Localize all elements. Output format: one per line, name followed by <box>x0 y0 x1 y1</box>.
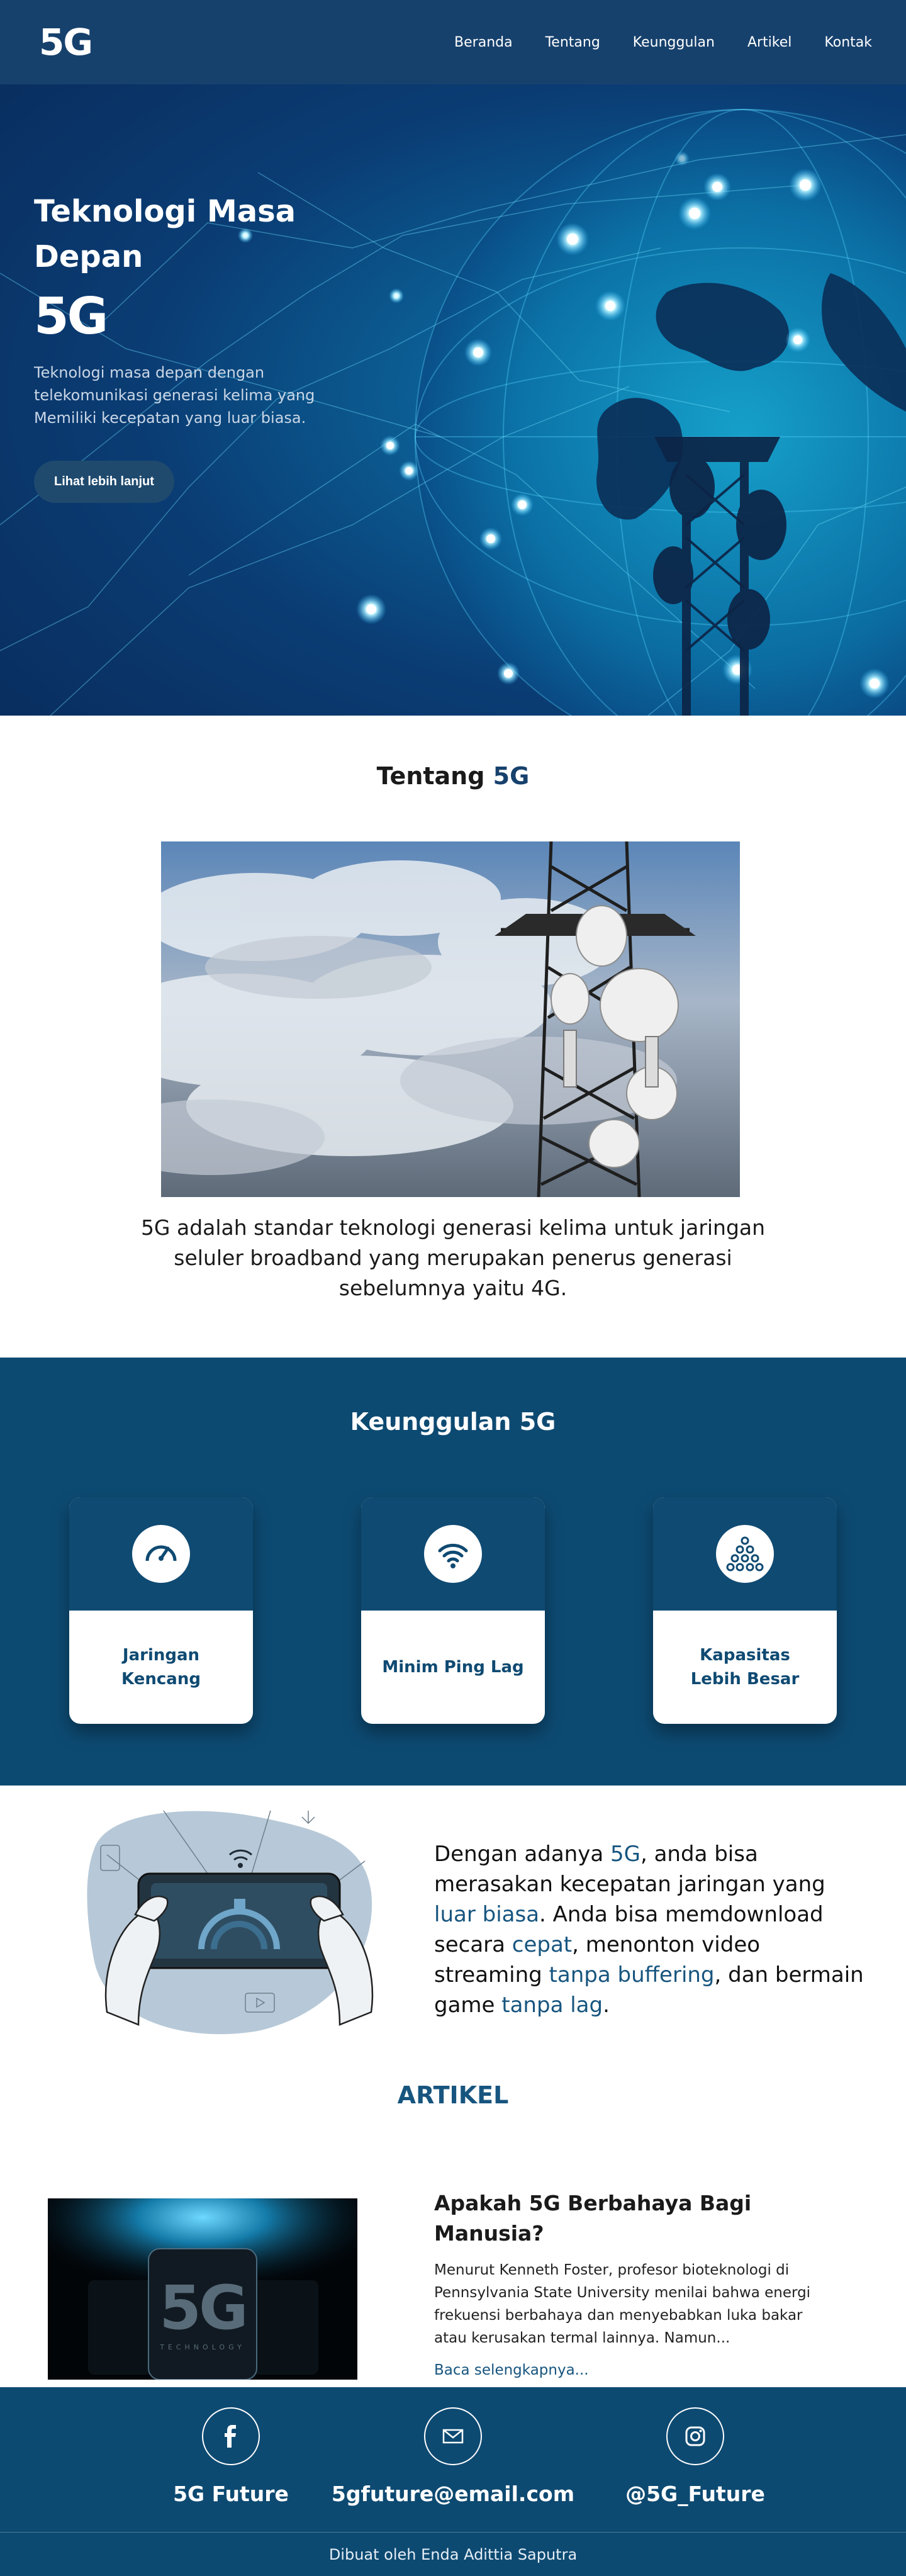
advantage-card-ping[interactable]: Minim Ping Lag <box>361 1497 545 1724</box>
footer-instagram[interactable]: @5G_Future <box>563 2407 827 2506</box>
hero-title: Teknologi Masa Depan <box>34 194 296 274</box>
footer-label: @5G_Future <box>625 2482 765 2506</box>
about-section: Tentang 5G 5G adalah standar teknologi g… <box>0 716 906 1358</box>
promo-highlight: luar biasa <box>434 1902 540 1927</box>
articles-section: ARTIKEL 5G TECHNOLOGY Apakah 5G Berbahay… <box>0 2062 906 2387</box>
hero-description: Teknologi masa depan dengan telekomunika… <box>34 364 315 427</box>
speedometer-icon <box>132 1525 190 1583</box>
advantage-label: Jaringan Kencang <box>121 1646 201 1689</box>
article-body: Apakah 5G Berbahaya Bagi Manusia? Menuru… <box>434 2188 837 2378</box>
advantages-section: Keunggulan 5G Jaringan Kencang Minim Pin… <box>0 1358 906 1786</box>
article-excerpt: Menurut Kenneth Foster, profesor biotekn… <box>434 2262 811 2346</box>
nav-item-beranda[interactable]: Beranda <box>454 35 513 50</box>
promo-text-part: Dengan adanya <box>434 1842 610 1867</box>
about-title-accent: 5G <box>493 762 530 790</box>
about-description: 5G adalah standar teknologi generasi kel… <box>140 1215 766 1300</box>
article-image-subtext: TECHNOLOGY <box>160 2343 245 2351</box>
promo-highlight: 5G <box>610 1842 640 1867</box>
network-pyramid-icon <box>716 1525 774 1583</box>
site-logo[interactable]: 5G <box>39 21 93 64</box>
advantage-card-capacity[interactable]: Kapasitas Lebih Besar <box>653 1497 837 1724</box>
nav-item-keunggulan[interactable]: Keunggulan <box>633 35 715 50</box>
advantages-title: Keunggulan 5G <box>350 1408 556 1436</box>
promo-highlight: cepat <box>512 1932 573 1957</box>
articles-title: ARTIKEL <box>397 2081 509 2109</box>
footer-credit: Dibuat oleh Enda Adittia Saputra <box>0 2532 906 2576</box>
read-more-link[interactable]: Baca selengkapnya... <box>434 2362 837 2378</box>
navbar: 5G Beranda Tentang Keunggulan Artikel Ko… <box>0 0 906 84</box>
phone-gaming-illustration <box>87 1810 374 2035</box>
about-title-main: Tentang <box>376 762 485 790</box>
advantage-label: Kapasitas Lebih Besar <box>690 1646 800 1689</box>
advantage-card-speed[interactable]: Jaringan Kencang <box>69 1497 253 1724</box>
footer-email[interactable]: 5gfuture@email.com <box>321 2407 585 2506</box>
advantage-label: Minim Ping Lag <box>382 1658 524 1677</box>
facebook-icon[interactable] <box>202 2407 260 2465</box>
promo-highlight: tanpa lag <box>501 1993 603 2018</box>
signal-icon <box>424 1525 482 1583</box>
article-image-logo: 5G <box>159 2273 249 2343</box>
promo-text-part: . <box>603 1993 610 2018</box>
mail-icon[interactable] <box>424 2407 482 2465</box>
footer-label: 5gfuture@email.com <box>331 2482 575 2506</box>
learn-more-button[interactable]: Lihat lebih lanjut <box>34 461 174 503</box>
hero-section: Teknologi Masa Depan 5G Teknologi masa d… <box>0 0 906 716</box>
nav-menu: Beranda Tentang Keunggulan Artikel Konta… <box>422 35 872 50</box>
footer: 5G Future 5gfuture@email.com @5G_Future … <box>0 2387 906 2576</box>
nav-item-kontak[interactable]: Kontak <box>824 35 872 50</box>
instagram-icon[interactable] <box>666 2407 724 2465</box>
article-title[interactable]: Apakah 5G Berbahaya Bagi Manusia? <box>434 2188 837 2249</box>
promo-highlight: tanpa buffering <box>549 1962 715 1988</box>
promo-section: Dengan adanya 5G, anda bisa merasakan ke… <box>0 1786 906 2062</box>
nav-item-artikel[interactable]: Artikel <box>747 35 791 50</box>
promo-text: Dengan adanya 5G, anda bisa merasakan ke… <box>434 1839 868 2020</box>
cell-tower-image <box>161 841 740 1197</box>
article-image[interactable]: 5G TECHNOLOGY <box>48 2198 357 2380</box>
hero-5g-heading: 5G <box>34 287 108 346</box>
hero-text-block: Teknologi Masa Depan 5G Teknologi masa d… <box>34 189 361 503</box>
nav-item-tentang[interactable]: Tentang <box>545 35 600 50</box>
about-title: Tentang 5G <box>0 716 906 790</box>
